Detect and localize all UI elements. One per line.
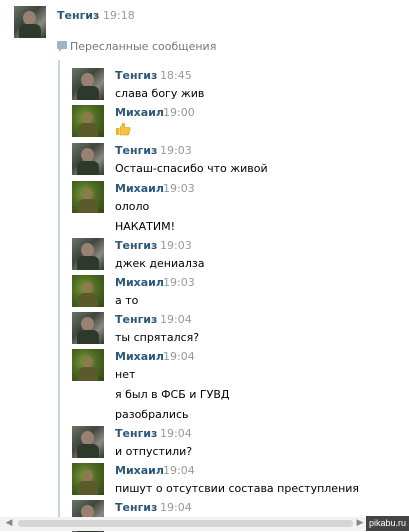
sender-name[interactable]: Тенгиз <box>115 313 157 326</box>
avatar-tengiz[interactable] <box>72 68 104 100</box>
sender-name[interactable]: Тенгиз <box>115 239 157 252</box>
message-text: ололо <box>115 200 150 213</box>
sender-name[interactable]: Тенгиз <box>115 427 157 440</box>
avatar-mikhail[interactable] <box>72 181 104 213</box>
message-time: 19:03 <box>163 276 195 289</box>
avatar-tengiz[interactable] <box>72 238 104 270</box>
message-text: я был в ФСБ и ГУВД <box>115 388 230 401</box>
message-text: ты спрятался? <box>115 331 200 344</box>
scrollbar-thumb[interactable] <box>18 520 353 527</box>
watermark-logo: pikabu.ru <box>366 516 409 531</box>
message-text: пишут о отсутсвии состава преступления <box>115 482 360 495</box>
avatar-tengiz[interactable] <box>72 312 104 344</box>
avatar-tengiz-top[interactable] <box>14 6 46 38</box>
message-text: НАКАТИМ! <box>115 220 175 233</box>
avatar-tengiz[interactable] <box>72 426 104 458</box>
message-time: 19:04 <box>160 313 192 326</box>
scroll-right-arrow-icon[interactable]: ▶ <box>355 518 365 529</box>
thumbs-up-emoji-icon <box>116 122 131 136</box>
message-time: 19:00 <box>163 106 195 119</box>
message-text: слава богу жив <box>115 87 205 100</box>
message-text: разобрались <box>115 408 189 421</box>
avatar-mikhail[interactable] <box>72 275 104 307</box>
message-time: 19:03 <box>160 144 192 157</box>
sender-name[interactable]: Тенгиз <box>115 501 157 514</box>
avatar-tengiz[interactable] <box>72 143 104 175</box>
scroll-left-arrow-icon[interactable]: ◀ <box>4 518 14 529</box>
message-text: нет <box>115 368 136 381</box>
sender-name[interactable]: Михаил <box>115 106 164 119</box>
message-text: а то <box>115 294 139 307</box>
message-time-top: 19:18 <box>103 9 135 22</box>
sender-name[interactable]: Михаил <box>115 276 164 289</box>
sender-name[interactable]: Михаил <box>115 350 164 363</box>
sender-name[interactable]: Михаил <box>115 182 164 195</box>
avatar-mikhail[interactable] <box>72 105 104 137</box>
message-time: 19:03 <box>160 239 192 252</box>
message-time: 19:03 <box>163 182 195 195</box>
sender-name[interactable]: Тенгиз <box>115 69 157 82</box>
message-time: 18:45 <box>160 69 192 82</box>
message-time: 19:04 <box>163 350 195 363</box>
avatar-mikhail[interactable] <box>72 463 104 495</box>
forwarded-thread-line <box>58 60 60 531</box>
sender-name-top[interactable]: Тенгиз <box>57 9 99 22</box>
message-text: и отпустили? <box>115 445 193 458</box>
message-time: 19:04 <box>160 501 192 514</box>
message-time: 19:04 <box>160 427 192 440</box>
message-text: джек дениалза <box>115 257 205 270</box>
message-time: 19:04 <box>163 464 195 477</box>
forwarded-icon <box>57 41 67 52</box>
sender-name[interactable]: Тенгиз <box>115 144 157 157</box>
message-text: Осташ-спасибо что живой <box>115 162 268 175</box>
forwarded-label: Пересланные сообщения <box>70 40 217 53</box>
sender-name[interactable]: Михаил <box>115 464 164 477</box>
avatar-mikhail[interactable] <box>72 349 104 381</box>
